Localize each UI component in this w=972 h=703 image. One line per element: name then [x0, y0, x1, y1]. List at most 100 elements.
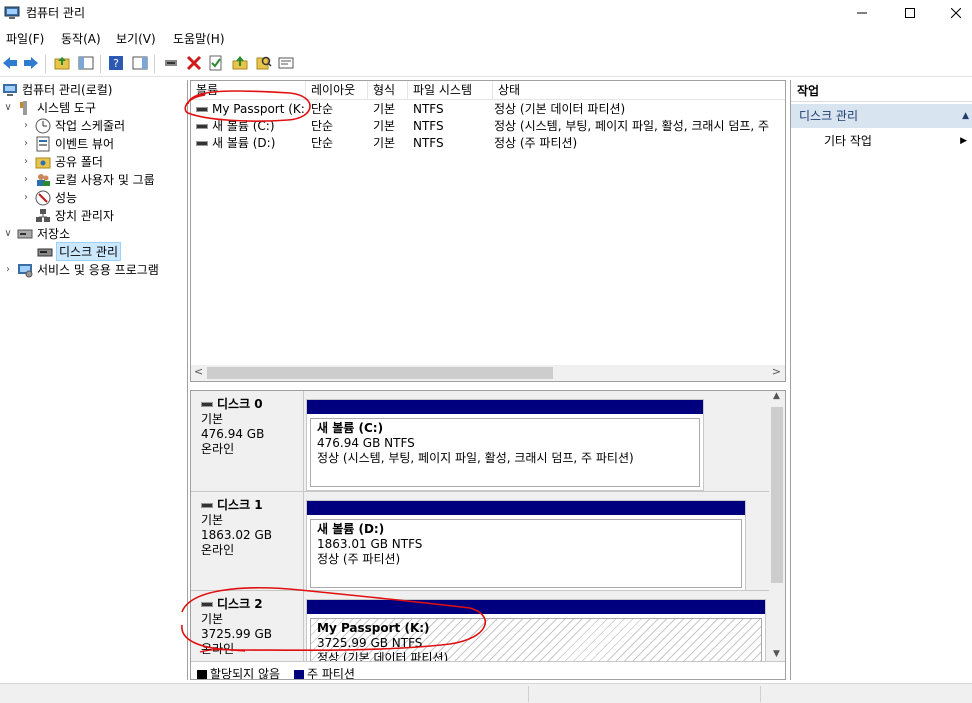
partition[interactable]: 새 볼륨 (D:) 1863.01 GB NTFS 정상 (주 파티션): [306, 500, 746, 592]
help-icon[interactable]: ?: [107, 54, 125, 72]
menu-help[interactable]: 도움말(H): [173, 30, 225, 47]
partition-details: 새 볼륨 (C:) 476.94 GB NTFS 정상 (시스템, 부팅, 페이…: [310, 418, 700, 487]
volume-status: 정상 (기본 데이터 파티션): [494, 102, 626, 116]
rescan-icon[interactable]: [277, 54, 295, 72]
partition[interactable]: My Passport (K:) 3725.99 GB NTFS 정상 (기본 …: [306, 599, 766, 678]
chevron-left-icon[interactable]: <: [194, 365, 203, 378]
show-hide-console-tree-icon[interactable]: [77, 54, 95, 72]
tree-item-device-manager[interactable]: 장치 관리자: [35, 207, 114, 224]
tree-label: 서비스 및 응용 프로그램: [37, 263, 159, 277]
disk-type: 기본: [201, 412, 224, 426]
forward-icon[interactable]: [22, 54, 40, 72]
maximize-icon: [905, 8, 915, 18]
up-folder-icon[interactable]: [53, 54, 71, 72]
shared-folder-icon: [35, 154, 51, 170]
chevron-up-icon[interactable]: ▲: [773, 391, 780, 401]
volume-layout: 단순: [311, 102, 334, 116]
chevron-down-icon[interactable]: ∨: [2, 228, 14, 239]
disk-info: 디스크 0 기본 476.94 GB 온라인: [191, 391, 304, 491]
collapse-icon[interactable]: ▲: [962, 104, 969, 128]
volume-list: 볼륨 레이아웃 형식 파일 시스템 상태 My Passport (K:) 단순…: [190, 80, 786, 382]
action-more-actions[interactable]: 기타 작업 ▶: [791, 132, 972, 150]
tree-item-disk-management[interactable]: 디스크 관리: [37, 242, 122, 261]
chevron-right-icon[interactable]: ›: [2, 264, 14, 275]
tree-item-local-users[interactable]: › 로컬 사용자 및 그룹: [20, 171, 155, 188]
volume-status: 정상 (시스템, 부팅, 페이지 파일, 활성, 크래시 덤프, 주: [494, 119, 770, 133]
disk-row[interactable]: 디스크 0 기본 476.94 GB 온라인 새 볼륨 (C:) 476.94 …: [191, 391, 769, 491]
disk-management-icon: [37, 244, 53, 260]
disk-icon: [201, 402, 213, 407]
horizontal-scrollbar[interactable]: < >: [191, 365, 785, 381]
table-row[interactable]: 새 볼륨 (C:) 단순 기본 NTFS 정상 (시스템, 부팅, 페이지 파일…: [191, 118, 785, 135]
tree-item-system-tools[interactable]: ∨ 시스템 도구: [2, 99, 96, 116]
disk-row[interactable]: 디스크 1 기본 1863.02 GB 온라인 새 볼륨 (D:) 1863.0…: [191, 491, 769, 592]
disk-title: 디스크 1: [217, 498, 263, 512]
window-title: 컴퓨터 관리: [26, 6, 86, 20]
table-row[interactable]: My Passport (K:) 단순 기본 NTFS 정상 (기본 데이터 파…: [191, 101, 785, 118]
connect-icon[interactable]: [162, 54, 180, 72]
table-row[interactable]: 새 볼륨 (D:) 단순 기본 NTFS 정상 (주 파티션): [191, 135, 785, 152]
menu-file[interactable]: 파일(F): [6, 30, 44, 47]
disk-type: 기본: [201, 513, 224, 527]
actions-section-disk-management[interactable]: 디스크 관리 ▲: [791, 104, 972, 128]
toolbar: ?: [0, 51, 972, 77]
volume-filesystem: NTFS: [413, 136, 444, 150]
column-header-volume[interactable]: 볼륨: [191, 81, 306, 100]
maximize-button[interactable]: [887, 0, 933, 26]
properties-icon[interactable]: [207, 54, 225, 72]
svg-text:?: ?: [113, 57, 119, 70]
export-icon[interactable]: [231, 54, 249, 72]
column-header-type[interactable]: 형식: [368, 81, 408, 100]
chevron-right-icon[interactable]: ›: [20, 174, 32, 185]
menu-action[interactable]: 동작(A): [61, 30, 101, 47]
computer-management-icon: [4, 5, 20, 21]
tree-item-services[interactable]: › 서비스 및 응용 프로그램: [2, 261, 159, 278]
back-icon[interactable]: [1, 54, 19, 72]
tree-label: 로컬 사용자 및 그룹: [55, 173, 155, 187]
menu-view[interactable]: 보기(V): [116, 30, 156, 47]
tree-item-task-scheduler[interactable]: › 작업 스케줄러: [20, 117, 125, 134]
tree-label: 시스템 도구: [37, 101, 97, 115]
disk-size: 1863.02 GB: [201, 528, 272, 542]
delete-icon[interactable]: [185, 54, 203, 72]
tree-item-root[interactable]: 컴퓨터 관리(로컬): [2, 81, 112, 98]
search-icon[interactable]: [255, 54, 273, 72]
tree-item-storage[interactable]: ∨ 저장소: [2, 225, 70, 242]
scrollbar-thumb[interactable]: [207, 367, 553, 379]
chevron-down-icon[interactable]: ∨: [2, 102, 14, 113]
chevron-right-icon[interactable]: ›: [20, 120, 32, 131]
drive-icon: [196, 124, 208, 129]
column-header-status[interactable]: 상태: [493, 81, 785, 100]
volume-name: 새 볼륨 (C:): [212, 119, 275, 133]
storage-icon: [17, 226, 33, 242]
tree-label: 컴퓨터 관리(로컬): [22, 83, 113, 97]
partition-name: 새 볼륨 (C:): [317, 421, 384, 435]
partition-status: 정상 (시스템, 부팅, 페이지 파일, 활성, 크래시 덤프, 주 파티션): [317, 451, 634, 465]
tree-label: 디스크 관리: [55, 242, 122, 261]
primary-partition-swatch: [294, 669, 304, 679]
actions-section-label: 디스크 관리: [799, 109, 859, 123]
disk-title: 디스크 2: [217, 597, 263, 611]
column-header-filesystem[interactable]: 파일 시스템: [408, 81, 493, 100]
tree-item-event-viewer[interactable]: › 이벤트 뷰어: [20, 135, 114, 152]
tree-item-shared-folders[interactable]: › 공유 폴더: [20, 153, 103, 170]
partition-color-bar: [307, 501, 745, 515]
partition-size: 1863.01 GB NTFS: [317, 537, 423, 551]
close-button[interactable]: [933, 0, 972, 26]
drive-icon: [196, 107, 208, 112]
chevron-right-icon[interactable]: ›: [20, 138, 32, 149]
disk-row[interactable]: 디스크 2 기본 3725.99 GB 온라인 My Passport (K:)…: [191, 590, 769, 678]
vertical-scrollbar[interactable]: ▲ ▼: [769, 391, 785, 661]
chevron-right-icon[interactable]: >: [772, 365, 781, 378]
disk-type: 기본: [201, 612, 224, 626]
tree-item-performance[interactable]: › 성능: [20, 189, 77, 206]
minimize-button[interactable]: [839, 0, 885, 26]
column-header-layout[interactable]: 레이아웃: [306, 81, 368, 100]
chevron-right-icon[interactable]: ›: [20, 156, 32, 167]
chevron-right-icon[interactable]: ›: [20, 192, 32, 203]
scrollbar-thumb[interactable]: [771, 407, 783, 583]
disk-icon: [201, 503, 213, 508]
partition[interactable]: 새 볼륨 (C:) 476.94 GB NTFS 정상 (시스템, 부팅, 페이…: [306, 399, 704, 491]
show-hide-action-pane-icon[interactable]: [131, 54, 149, 72]
chevron-down-icon[interactable]: ▼: [773, 649, 780, 659]
